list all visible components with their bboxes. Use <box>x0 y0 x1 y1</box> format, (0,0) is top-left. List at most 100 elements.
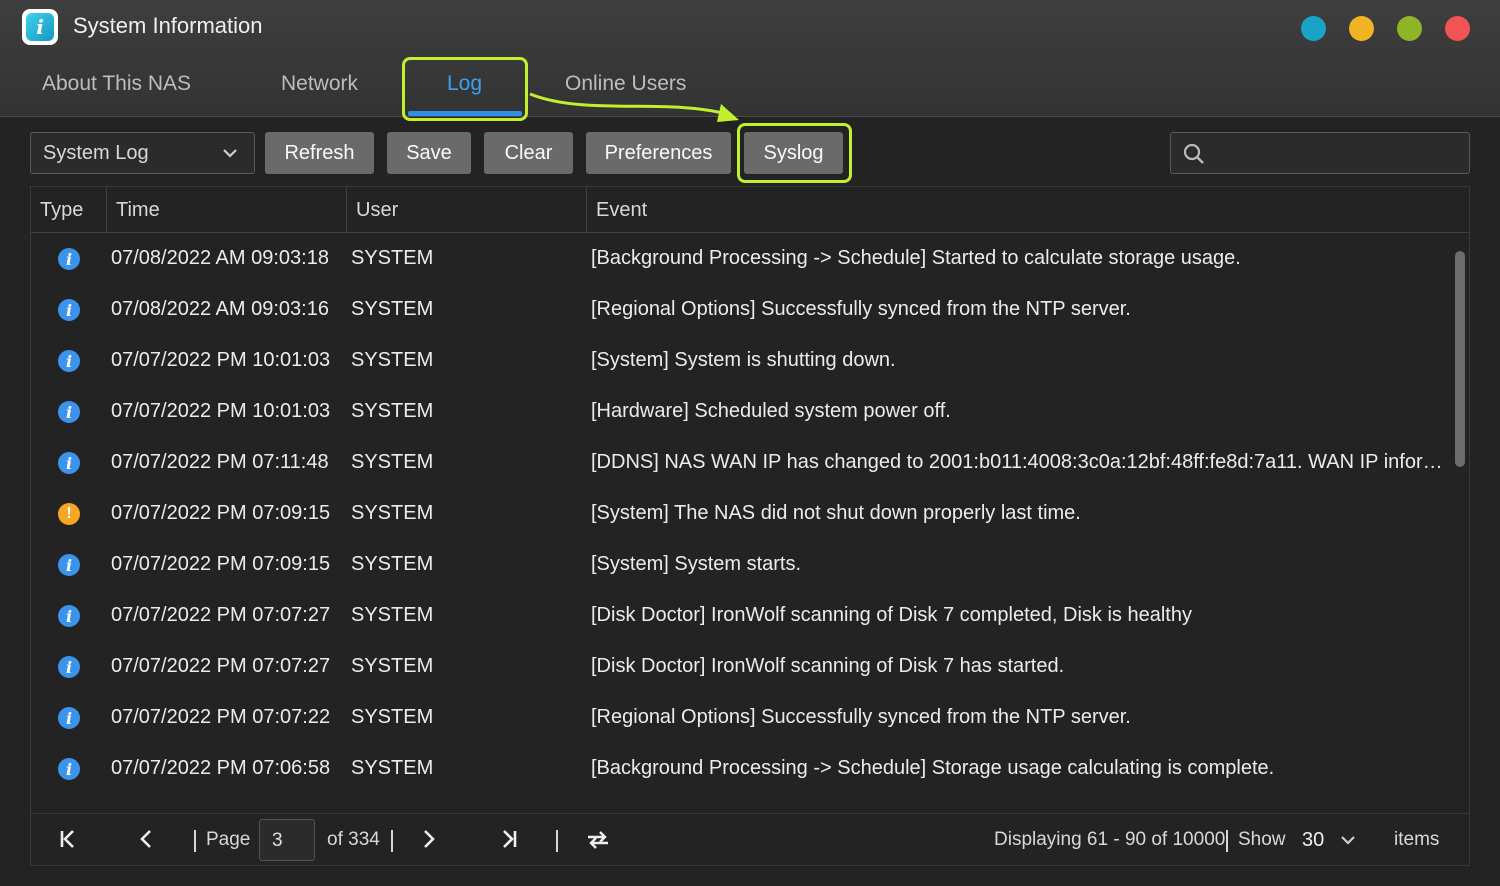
table-row[interactable]: i 07/07/2022 PM 07:07:22 SYSTEM [Regional O… <box>31 693 1451 744</box>
table-row[interactable]: i 07/07/2022 PM 07:09:15 SYSTEM [System] Sy… <box>31 540 1451 591</box>
help-window-button[interactable] <box>1301 16 1326 41</box>
next-page-icon[interactable] <box>418 828 440 850</box>
event-cell: [System] System is shutting down. <box>591 349 896 371</box>
tab-about-this-nas[interactable]: About This NAS <box>42 72 191 96</box>
table-row[interactable]: i 07/07/2022 PM 07:06:58 SYSTEM [Background… <box>31 744 1451 795</box>
time-cell: 07/07/2022 PM 10:01:03 <box>111 400 331 422</box>
info-icon: i <box>58 452 80 474</box>
time-cell: 07/08/2022 AM 09:03:18 <box>111 247 329 269</box>
table-row[interactable]: i 07/07/2022 PM 10:01:03 SYSTEM [Hardware] … <box>31 387 1451 438</box>
refresh-button[interactable]: Refresh <box>265 132 374 174</box>
event-cell: [Background Processing -> Schedule] Stor… <box>591 757 1275 779</box>
pagination-bar: Page 3 of 334 Displaying 61 - 90 of 1000… <box>31 813 1469 865</box>
user-cell: SYSTEM <box>351 400 434 422</box>
event-cell: [Disk Doctor] IronWolf scanning of Disk … <box>591 604 1192 626</box>
show-label: Show <box>1238 829 1286 850</box>
divider <box>194 830 196 852</box>
table-body: i 07/08/2022 AM 09:03:18 SYSTEM [Background… <box>31 234 1451 812</box>
event-cell: [Regional Options] Successfully synced f… <box>591 298 1131 320</box>
syslog-button[interactable]: Syslog <box>744 132 843 174</box>
table-row[interactable]: i 07/07/2022 PM 10:01:03 SYSTEM [System] Sy… <box>31 336 1451 387</box>
info-icon: i <box>58 758 80 780</box>
info-app-icon: i <box>22 9 58 45</box>
table-row[interactable]: i 07/08/2022 AM 09:03:18 SYSTEM [Background… <box>31 234 1451 285</box>
previous-page-icon[interactable] <box>135 828 157 850</box>
divider <box>391 830 393 852</box>
vertical-scrollbar[interactable] <box>1455 251 1465 467</box>
active-tab-indicator <box>408 111 522 116</box>
tab-log[interactable]: Log <box>447 72 482 96</box>
table-row[interactable]: ! 07/07/2022 PM 07:09:15 SYSTEM [System] Th… <box>31 489 1451 540</box>
window-title: System Information <box>73 13 263 38</box>
column-divider[interactable] <box>586 187 587 233</box>
event-cell: [Regional Options] Successfully synced f… <box>591 706 1131 728</box>
maximize-window-button[interactable] <box>1397 16 1422 41</box>
column-header-user[interactable]: User <box>356 199 398 222</box>
user-cell: SYSTEM <box>351 502 434 524</box>
event-cell: [Disk Doctor] IronWolf scanning of Disk … <box>591 655 1065 677</box>
close-window-button[interactable] <box>1445 16 1470 41</box>
column-divider[interactable] <box>106 187 107 233</box>
log-type-value: System Log <box>43 142 149 164</box>
minimize-window-button[interactable] <box>1349 16 1374 41</box>
time-cell: 07/07/2022 PM 07:11:48 <box>111 451 329 473</box>
table-row[interactable]: i 07/07/2022 PM 07:07:27 SYSTEM [Disk Docto… <box>31 591 1451 642</box>
time-cell: 07/08/2022 AM 09:03:16 <box>111 298 329 320</box>
event-cell: [System] System starts. <box>591 553 802 575</box>
last-page-icon[interactable] <box>498 828 520 850</box>
table-row[interactable]: i 07/07/2022 PM 07:11:48 SYSTEM [DDNS] NAS … <box>31 438 1451 489</box>
search-input[interactable] <box>1170 132 1470 174</box>
log-table: Type Time User Event i 07/08/2022 AM 09:0… <box>30 186 1470 866</box>
chevron-down-icon <box>223 149 237 158</box>
page-size-select[interactable]: 30 <box>1296 822 1376 858</box>
time-cell: 07/07/2022 PM 07:07:22 <box>111 706 331 728</box>
title-bar: i System Information About This NAS Netw… <box>0 0 1500 117</box>
info-icon: i <box>58 350 80 372</box>
table-header: Type Time User Event <box>31 187 1469 233</box>
log-type-select[interactable]: System Log <box>30 132 255 174</box>
tab-network[interactable]: Network <box>281 72 358 96</box>
time-cell: 07/07/2022 PM 07:06:58 <box>111 757 331 779</box>
page-label: Page <box>206 829 251 850</box>
column-header-type[interactable]: Type <box>40 199 83 222</box>
time-cell: 07/07/2022 PM 10:01:03 <box>111 349 331 371</box>
clear-button[interactable]: Clear <box>484 132 573 174</box>
refresh-icon[interactable] <box>585 828 611 852</box>
divider <box>556 830 558 852</box>
event-cell: [System] The NAS did not shut down prope… <box>591 502 1081 524</box>
time-cell: 07/07/2022 PM 07:09:15 <box>111 553 331 575</box>
displaying-range: Displaying 61 - 90 of 10000 <box>994 829 1226 850</box>
user-cell: SYSTEM <box>351 553 434 575</box>
user-cell: SYSTEM <box>351 604 434 626</box>
time-cell: 07/07/2022 PM 07:07:27 <box>111 604 331 626</box>
arrow-annotation-icon <box>529 92 739 122</box>
search-icon <box>1183 143 1204 164</box>
save-button[interactable]: Save <box>387 132 471 174</box>
preferences-button[interactable]: Preferences <box>586 132 731 174</box>
info-icon: i <box>58 656 80 678</box>
info-icon: i <box>58 707 80 729</box>
info-icon: i <box>58 401 80 423</box>
column-header-event[interactable]: Event <box>596 199 647 222</box>
column-header-time[interactable]: Time <box>116 199 160 222</box>
first-page-icon[interactable] <box>57 828 79 850</box>
table-row[interactable]: i 07/08/2022 AM 09:03:16 SYSTEM [Regional O… <box>31 285 1451 336</box>
user-cell: SYSTEM <box>351 298 434 320</box>
chevron-down-icon <box>1341 836 1355 845</box>
page-number-input[interactable]: 3 <box>259 819 315 861</box>
divider <box>1226 830 1228 852</box>
info-icon: i <box>58 299 80 321</box>
info-icon: i <box>58 248 80 270</box>
items-label: items <box>1394 829 1440 850</box>
user-cell: SYSTEM <box>351 247 434 269</box>
info-icon: i <box>58 554 80 576</box>
time-cell: 07/07/2022 PM 07:09:15 <box>111 502 331 524</box>
table-row[interactable]: i 07/07/2022 PM 07:07:27 SYSTEM [Disk Docto… <box>31 642 1451 693</box>
user-cell: SYSTEM <box>351 706 434 728</box>
page-total: of 334 <box>327 829 380 850</box>
user-cell: SYSTEM <box>351 451 434 473</box>
event-cell: [Background Processing -> Schedule] Star… <box>591 247 1241 269</box>
event-cell: [Hardware] Scheduled system power off. <box>591 400 951 422</box>
column-divider[interactable] <box>346 187 347 233</box>
info-icon: i <box>58 605 80 627</box>
